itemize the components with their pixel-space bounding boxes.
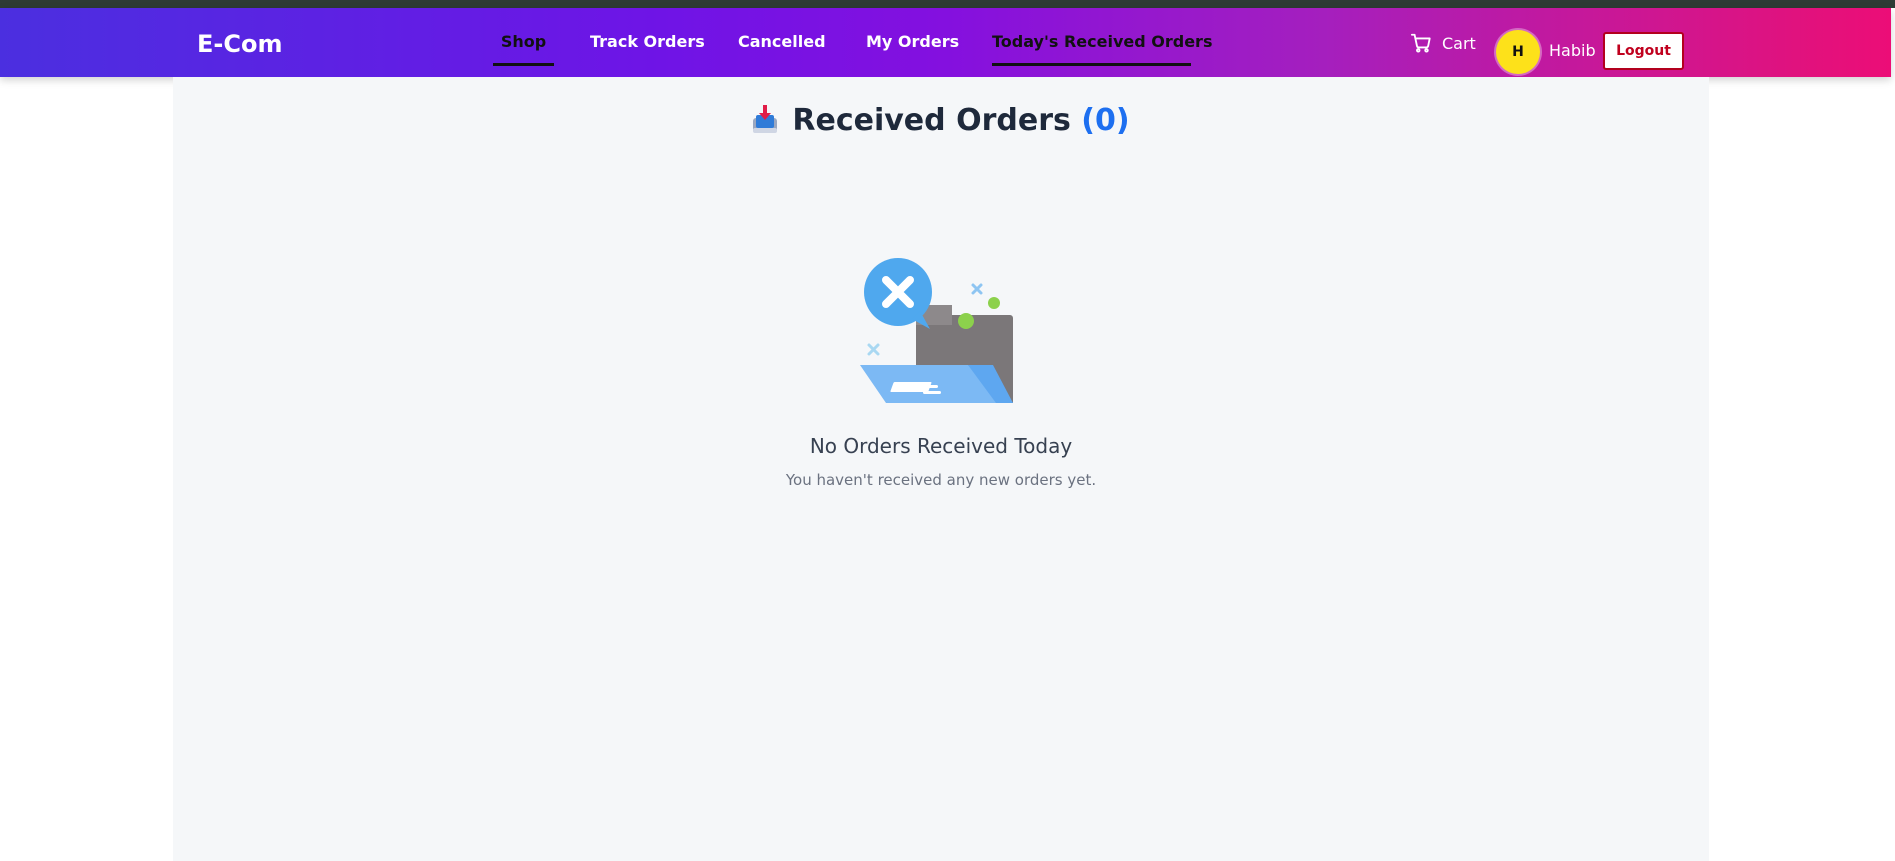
page-title-text: Received Orders — [792, 103, 1071, 138]
nav-item-shop[interactable]: Shop — [493, 32, 554, 66]
inbox-tray-icon — [752, 104, 778, 142]
brand-logo[interactable]: E-Com — [197, 30, 282, 58]
user-name: Habib — [1549, 41, 1596, 60]
nav-item-cancelled[interactable]: Cancelled — [738, 32, 826, 66]
page-title: Received Orders (0) — [173, 103, 1709, 142]
empty-state-title: No Orders Received Today — [809, 434, 1073, 458]
logout-button[interactable]: Logout — [1603, 32, 1684, 70]
cart-icon — [1410, 32, 1432, 54]
browser-top-strip — [0, 0, 1895, 8]
nav-item-track-orders[interactable]: Track Orders — [590, 32, 705, 66]
cart-label: Cart — [1442, 33, 1476, 53]
order-count: (0) — [1081, 103, 1130, 138]
nav-item-todays-received-orders[interactable]: Today's Received Orders — [992, 32, 1212, 66]
empty-folder-illustration — [856, 255, 1026, 405]
user-avatar[interactable]: H — [1496, 30, 1540, 74]
nav-item-my-orders[interactable]: My Orders — [866, 32, 959, 66]
main-content: Received Orders (0) No Orders Received T… — [173, 77, 1709, 861]
top-navbar: E-Com Shop Track Orders Cancelled My Ord… — [0, 8, 1891, 77]
empty-state-subtitle: You haven't received any new orders yet. — [785, 471, 1097, 489]
cart-link[interactable]: Cart — [1410, 32, 1476, 54]
